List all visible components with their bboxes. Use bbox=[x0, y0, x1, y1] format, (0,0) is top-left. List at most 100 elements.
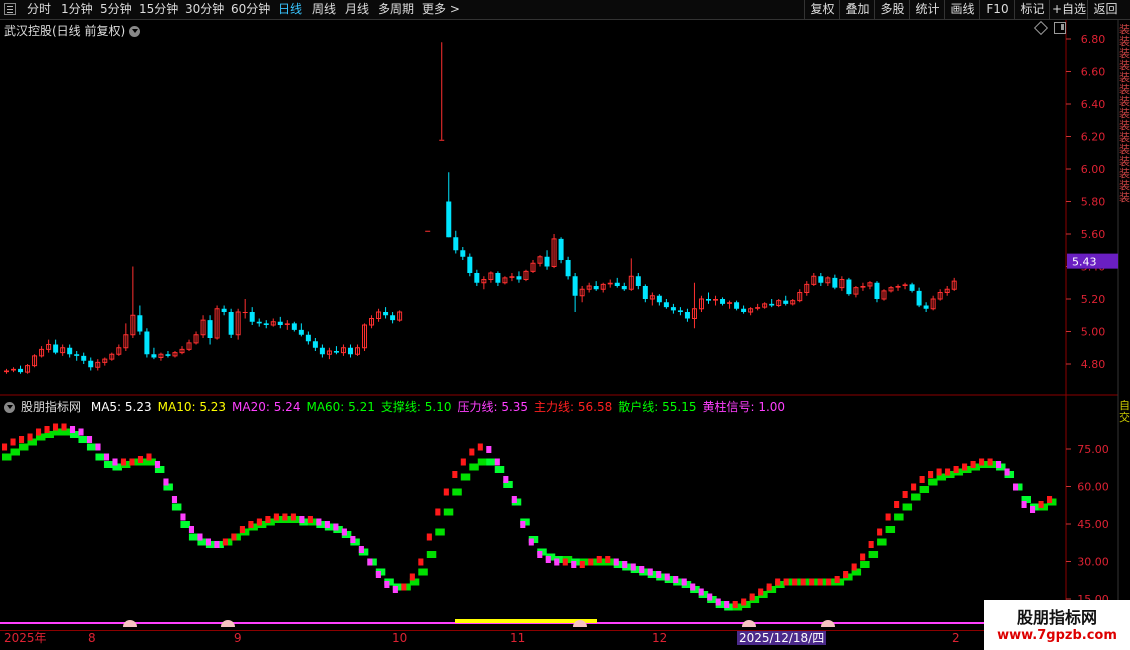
main-force-line-block bbox=[469, 448, 475, 456]
candlesticks bbox=[4, 42, 957, 374]
candle-body bbox=[165, 354, 171, 356]
candle-body bbox=[137, 315, 143, 332]
main-force-line-block bbox=[945, 468, 951, 476]
candle-body bbox=[734, 302, 740, 309]
candle-body bbox=[713, 299, 719, 301]
indicator-axis: 75.0060.0045.0030.0015.00 bbox=[1066, 443, 1109, 606]
candle-body bbox=[642, 286, 648, 299]
candle-body bbox=[298, 329, 304, 335]
main-force-line-block bbox=[690, 583, 696, 591]
main-force-line-block bbox=[503, 476, 509, 483]
main-force-line-block bbox=[639, 566, 645, 573]
candle-body bbox=[916, 290, 922, 306]
signal-marker bbox=[123, 620, 137, 627]
indicator-legend: 股朋指标网 MA5: 5.23 MA10: 5.23 MA20: 5.24 MA60:… bbox=[4, 398, 797, 415]
window-icon[interactable] bbox=[1054, 22, 1066, 34]
candle-body bbox=[509, 276, 515, 278]
candle-body bbox=[81, 355, 87, 361]
candle-body bbox=[663, 302, 669, 308]
legend-item: 支撑线: 5.10 bbox=[380, 400, 452, 414]
candle-body bbox=[720, 299, 726, 304]
main-force-line-block bbox=[137, 456, 144, 463]
candle-body bbox=[474, 273, 480, 283]
main-force-line-block bbox=[520, 521, 526, 528]
main-force-line-block bbox=[324, 521, 330, 528]
candle-body bbox=[284, 323, 290, 325]
retail-line-block bbox=[469, 463, 479, 471]
indicator-name: 股朋指标网 bbox=[21, 400, 82, 414]
candle-body bbox=[656, 295, 662, 303]
main-force-line-block bbox=[188, 526, 195, 533]
kline-chart[interactable]: 6.806.606.406.206.005.805.605.405.205.00… bbox=[0, 0, 1130, 650]
candle-body bbox=[769, 303, 775, 306]
price-tick-label: 5.20 bbox=[1081, 293, 1106, 306]
main-force-line-block bbox=[885, 513, 891, 521]
candle-body bbox=[670, 307, 676, 311]
main-force-line-block bbox=[401, 583, 407, 591]
right-panel-strip: 装装装装装装装装装装装装装装装 bbox=[1119, 24, 1130, 204]
main-force-line-block bbox=[426, 533, 432, 541]
main-force-line-block bbox=[333, 523, 339, 531]
candle-body bbox=[607, 282, 613, 285]
candle-body bbox=[874, 282, 880, 299]
main-force-line-block bbox=[44, 426, 50, 433]
candle-body bbox=[677, 310, 683, 312]
main-force-line-block bbox=[698, 588, 704, 596]
main-force-line-block bbox=[129, 458, 135, 466]
time-axis: 2025年 8 9 10 11 12 2025/12/18/四 2 bbox=[0, 630, 1070, 645]
retail-line-block bbox=[885, 526, 896, 533]
main-force-line-block bbox=[647, 568, 653, 576]
price-tick-label: 6.80 bbox=[1081, 33, 1106, 46]
retail-line-block bbox=[426, 551, 437, 558]
main-force-line-block bbox=[979, 458, 985, 466]
candle-body bbox=[88, 360, 94, 368]
main-force-line-block bbox=[239, 526, 245, 533]
main-force-line-block bbox=[392, 586, 398, 593]
main-force-line-block bbox=[630, 563, 636, 571]
indicator-menu-icon[interactable] bbox=[4, 402, 15, 413]
candle-body bbox=[221, 308, 227, 312]
candle-body bbox=[305, 334, 311, 342]
candle-body bbox=[467, 256, 473, 273]
price-tick-label: 6.60 bbox=[1081, 66, 1106, 79]
retail-line-block bbox=[894, 513, 904, 521]
main-force-line-block bbox=[554, 558, 560, 566]
main-force-line-block bbox=[673, 576, 679, 583]
main-force-line-block bbox=[418, 558, 424, 566]
main-force-line-block bbox=[214, 541, 220, 548]
retail-line-block bbox=[188, 533, 199, 541]
candle-body bbox=[727, 302, 733, 304]
retail-line-block bbox=[171, 503, 182, 511]
candle-body bbox=[256, 321, 262, 324]
indicator-tick-label: 60.00 bbox=[1077, 481, 1109, 494]
candle-body bbox=[846, 279, 852, 295]
main-force-line-block bbox=[494, 458, 500, 466]
main-force-line-block bbox=[809, 578, 815, 586]
main-force-line-block bbox=[800, 578, 806, 586]
legend-item: 主力线: 56.58 bbox=[534, 400, 613, 414]
main-force-line-block bbox=[792, 578, 798, 586]
legend-item: MA10: 5.23 bbox=[157, 400, 227, 414]
main-force-line-block bbox=[562, 558, 568, 566]
main-force-line-block bbox=[409, 573, 415, 581]
main-force-line-block bbox=[78, 428, 84, 436]
main-force-line-block bbox=[936, 468, 942, 476]
main-force-line-block bbox=[10, 438, 16, 446]
main-force-line-block bbox=[758, 588, 764, 596]
retail-line-block bbox=[452, 488, 462, 496]
main-force-line-block bbox=[103, 453, 110, 461]
main-force-line-block bbox=[775, 578, 781, 586]
signal-row bbox=[0, 619, 1066, 627]
cursor-date-label: 2025/12/18/四 bbox=[737, 631, 827, 645]
main-force-line-block bbox=[902, 491, 908, 498]
main-force-line-block bbox=[919, 476, 925, 483]
retail-line-block bbox=[460, 473, 471, 481]
candle-body bbox=[144, 331, 150, 355]
main-force-line-block bbox=[1038, 501, 1044, 508]
main-force-line-block bbox=[486, 446, 492, 453]
main-force-line-block bbox=[452, 471, 458, 478]
stock-menu-icon[interactable] bbox=[129, 26, 141, 37]
watermark-title: 股朋指标网 bbox=[1016, 608, 1097, 627]
main-force-line-block bbox=[783, 578, 789, 586]
main-force-line-block bbox=[996, 461, 1002, 468]
